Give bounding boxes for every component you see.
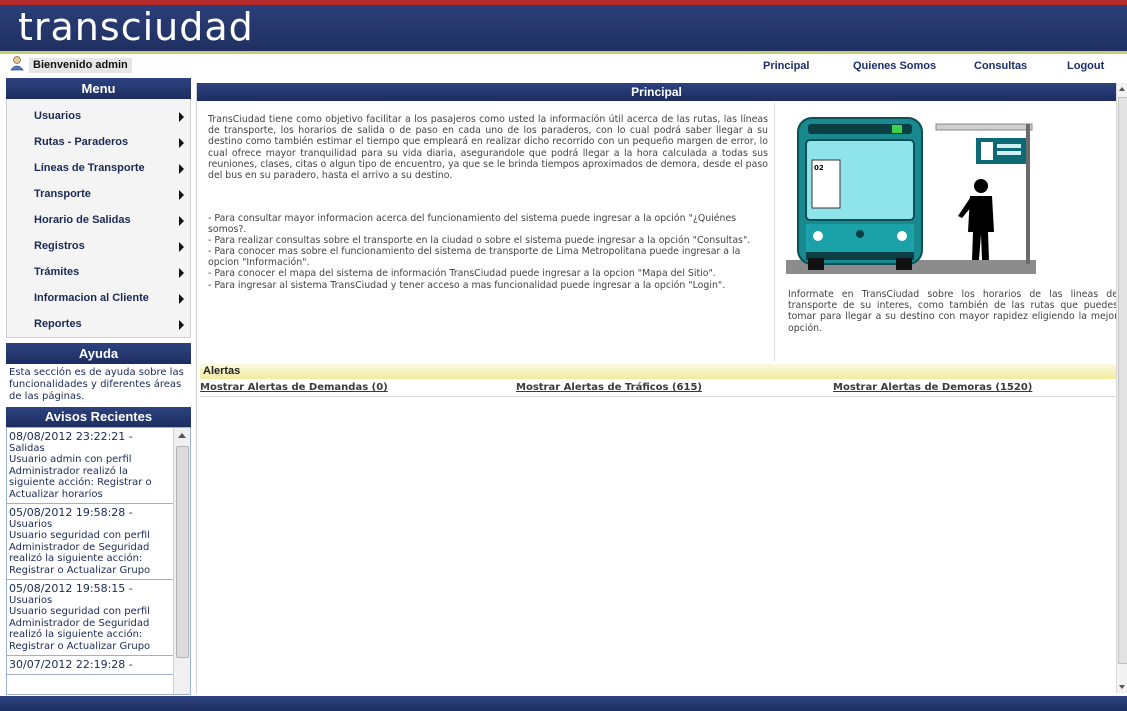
page-title: Principal <box>197 83 1116 101</box>
aviso-module: Salidas <box>9 442 45 454</box>
chevron-right-icon <box>179 216 184 226</box>
user-icon <box>10 56 24 71</box>
ayuda-title: Ayuda <box>6 343 191 364</box>
scrollbar-thumb[interactable] <box>176 446 189 658</box>
menu-item-reportes[interactable]: Reportes <box>7 311 190 337</box>
chevron-right-icon <box>179 294 184 304</box>
avisos-list-box: 08/08/2012 23:22:21 - Salidas Usuario ad… <box>6 427 191 695</box>
welcome-message: Bienvenido admin <box>29 58 132 73</box>
scroll-down-icon[interactable] <box>1119 685 1125 689</box>
left-sidebar: Menu Usuarios Rutas - Paraderos Líneas d… <box>6 78 191 695</box>
chevron-right-icon <box>179 138 184 148</box>
option-text: - Para conocer mas sobre el funcionamien… <box>208 246 741 269</box>
chevron-right-icon <box>179 242 184 252</box>
chevron-right-icon <box>179 112 184 122</box>
aviso-timestamp: 08/08/2012 23:22:21 - <box>9 430 133 443</box>
list-item: 08/08/2012 23:22:21 - Salidas Usuario ad… <box>7 428 174 504</box>
aviso-timestamp: 30/07/2012 22:19:28 - <box>9 658 133 671</box>
chevron-right-icon <box>179 268 184 278</box>
alerts-divider <box>200 396 1116 397</box>
bus-route-number: 02 <box>814 164 824 172</box>
nav-logout[interactable]: Logout <box>1067 60 1104 72</box>
scroll-up-icon[interactable] <box>1119 87 1125 91</box>
ayuda-text: Esta sección es de ayuda sobre las funci… <box>9 367 184 402</box>
column-divider <box>774 103 775 361</box>
menu-item-rutas-paraderos[interactable]: Rutas - Paraderos <box>7 129 190 155</box>
list-item: 05/08/2012 19:58:28 - Usuarios Usuario s… <box>7 504 174 580</box>
menu-item-label: Reportes <box>34 318 82 330</box>
intro-paragraph: TransCiudad tiene como objetivo facilita… <box>208 114 768 182</box>
menu-item-registros[interactable]: Registros <box>7 233 190 259</box>
menu-item-tramites[interactable]: Trámites <box>7 259 190 285</box>
option-text: - Para consultar mayor informacion acerc… <box>208 213 737 236</box>
right-info-text: Informate en TransCiudad sobre los horar… <box>788 289 1118 334</box>
avisos-list: 08/08/2012 23:22:21 - Salidas Usuario ad… <box>7 428 174 675</box>
menu-item-usuarios[interactable]: Usuarios <box>7 103 190 129</box>
avisos-scrollbar[interactable] <box>173 428 190 694</box>
aviso-timestamp: 05/08/2012 19:58:15 - <box>9 582 133 595</box>
menu-item-label: Líneas de Transporte <box>34 162 145 174</box>
nav-quienes-somos[interactable]: Quienes Somos <box>853 60 936 72</box>
chevron-right-icon <box>179 164 184 174</box>
alertas-header: Alertas <box>200 364 1116 379</box>
link-alertas-demoras[interactable]: Mostrar Alertas de Demoras (1520) <box>833 382 1032 393</box>
menu-item-label: Usuarios <box>34 110 82 122</box>
app-header: transciudad <box>0 5 1127 54</box>
menu-title: Menu <box>6 78 191 99</box>
scrollbar-thumb[interactable] <box>1118 97 1127 664</box>
menu-item-horario-salidas[interactable]: Horario de Salidas <box>7 207 190 233</box>
menu-item-label: Trámites <box>34 266 80 278</box>
option-text: - Para ingresar al sistema TransCiudad y… <box>208 279 726 291</box>
avisos-title: Avisos Recientes <box>6 407 191 427</box>
aviso-message: Usuario seguridad con perfil Administrad… <box>9 606 151 652</box>
options-list: - Para consultar mayor informacion acerc… <box>208 213 768 291</box>
aviso-message: Usuario seguridad con perfil Administrad… <box>9 530 151 576</box>
app-logo: transciudad <box>18 5 254 49</box>
list-item: 30/07/2012 22:19:28 - <box>7 656 174 675</box>
link-alertas-traficos[interactable]: Mostrar Alertas de Tráficos (615) <box>516 382 702 393</box>
nav-consultas[interactable]: Consultas <box>974 60 1027 72</box>
menu-item-label: Horario de Salidas <box>34 214 131 226</box>
link-alertas-demandas[interactable]: Mostrar Alertas de Demandas (0) <box>200 382 388 393</box>
menu-item-transporte[interactable]: Transporte <box>7 181 190 207</box>
bus-stop-illustration: 02 <box>786 117 1036 274</box>
menu-item-label: Informacion al Cliente <box>34 292 149 304</box>
option-text: - Para realizar consultas sobre el trans… <box>208 235 751 247</box>
menu-item-informacion-cliente[interactable]: Informacion al Cliente <box>7 285 190 311</box>
scroll-up-icon[interactable] <box>178 433 186 438</box>
aviso-message: Usuario admin con perfil Administrador r… <box>9 454 152 500</box>
menu-item-label: Rutas - Paraderos <box>34 136 129 148</box>
option-text: - Para conocer el mapa del sistema de in… <box>208 268 716 280</box>
menu-item-lineas-transporte[interactable]: Líneas de Transporte <box>7 155 190 181</box>
app-footer <box>0 696 1127 711</box>
menu-item-label: Registros <box>34 240 85 252</box>
aviso-module: Usuarios <box>9 594 53 606</box>
main-content: Principal TransCiudad tiene como objetiv… <box>196 83 1118 693</box>
user-bar: Bienvenido admin Principal Quienes Somos… <box>0 54 1127 77</box>
list-item: 05/08/2012 19:58:15 - Usuarios Usuario s… <box>7 580 174 656</box>
chevron-right-icon <box>179 320 184 330</box>
menu-list: Usuarios Rutas - Paraderos Líneas de Tra… <box>6 99 191 338</box>
aviso-timestamp: 05/08/2012 19:58:28 - <box>9 506 133 519</box>
nav-principal[interactable]: Principal <box>763 60 809 72</box>
aviso-module: Usuarios <box>9 518 53 530</box>
menu-item-label: Transporte <box>34 188 91 200</box>
page-scrollbar[interactable] <box>1116 83 1127 693</box>
chevron-right-icon <box>179 190 184 200</box>
